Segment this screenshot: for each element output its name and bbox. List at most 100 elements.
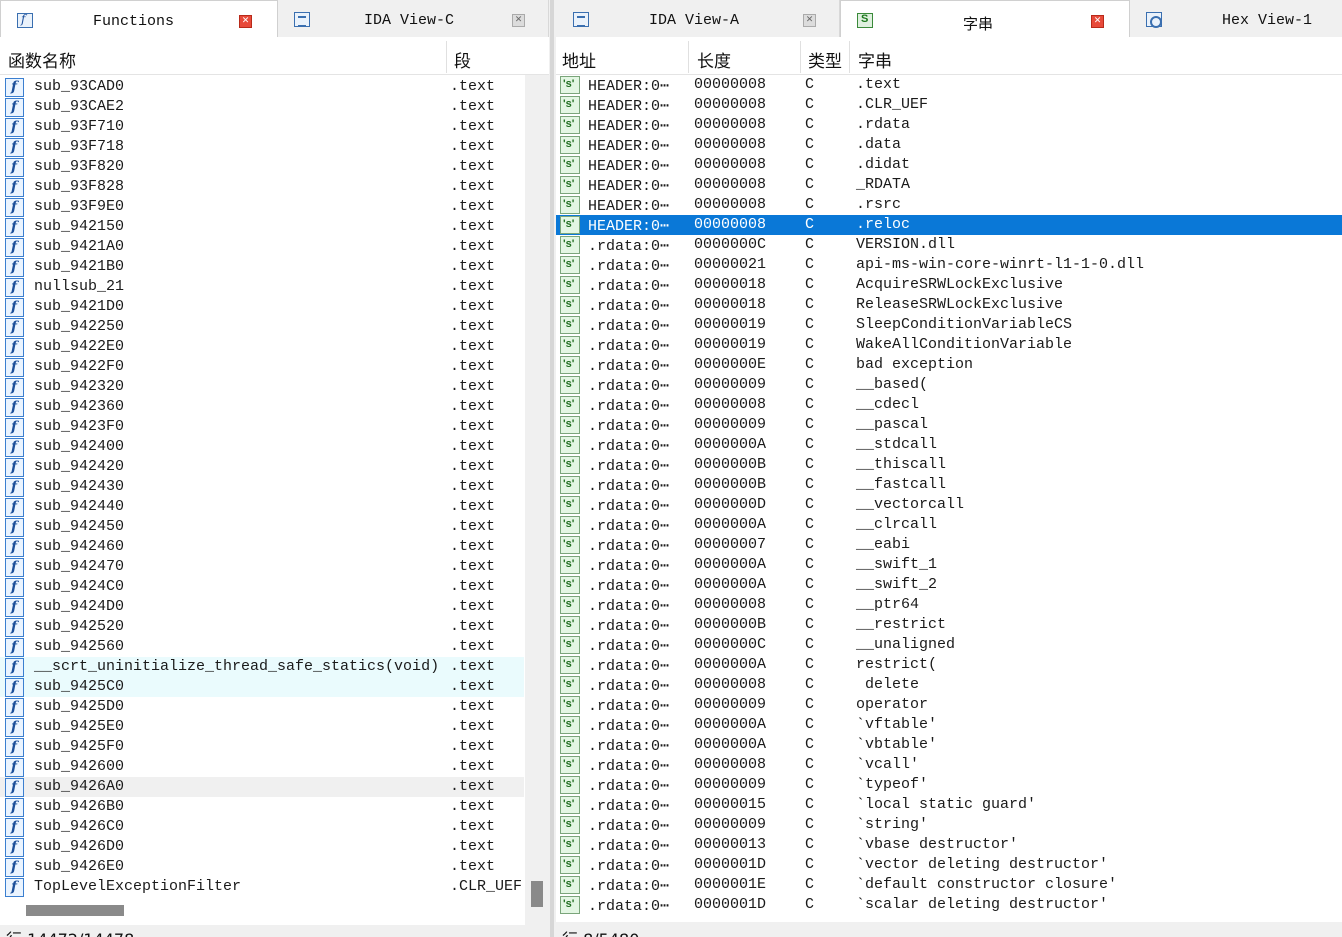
tab-functions[interactable]: Functions ✕ <box>0 0 278 38</box>
function-row[interactable]: sub_942520 .text <box>0 617 524 637</box>
string-row[interactable]: .rdata:0⋯ 0000000A C __swift_1 <box>556 555 1342 575</box>
function-row[interactable]: sub_942440 .text <box>0 497 524 517</box>
column-type[interactable]: 类型 <box>808 47 842 72</box>
function-row[interactable]: sub_942450 .text <box>0 517 524 537</box>
function-row[interactable]: sub_9425C0 .text <box>0 677 524 697</box>
string-row[interactable]: .rdata:0⋯ 00000013 C `vbase destructor' <box>556 835 1342 855</box>
string-row[interactable]: .rdata:0⋯ 00000021 Capi-ms-win-core-winrt-… <box>556 255 1342 275</box>
function-row[interactable]: __scrt_uninitialize_thread_safe_statics(… <box>0 657 524 677</box>
close-icon[interactable]: ✕ <box>803 14 816 27</box>
string-row[interactable]: .rdata:0⋯ 00000008 C __ptr64 <box>556 595 1342 615</box>
function-row[interactable]: sub_942430 .text <box>0 477 524 497</box>
function-row[interactable]: sub_9422E0 .text <box>0 337 524 357</box>
string-row[interactable]: HEADER:0⋯ 00000008 C .data <box>556 135 1342 155</box>
string-row[interactable]: .rdata:0⋯ 0000000A C `vbtable' <box>556 735 1342 755</box>
tab-strings[interactable]: 字串 ✕ <box>840 0 1130 38</box>
function-row[interactable]: sub_9425E0 .text <box>0 717 524 737</box>
string-row[interactable]: .rdata:0⋯ 0000001E C `default constructor c… <box>556 875 1342 895</box>
string-row[interactable]: .rdata:0⋯ 0000000B C __thiscall <box>556 455 1342 475</box>
function-row[interactable]: nullsub_21 .text <box>0 277 524 297</box>
string-row[interactable]: .rdata:0⋯ 0000001D C `vector deleting destr… <box>556 855 1342 875</box>
scroll-thumb[interactable] <box>531 881 543 907</box>
function-row[interactable]: TopLevelExceptionFilter .CLR_UEF <box>0 877 524 897</box>
function-row[interactable]: sub_942470 .text <box>0 557 524 577</box>
function-row[interactable]: sub_9421B0 .text <box>0 257 524 277</box>
tab-ida-view-a[interactable]: IDA View-A ✕ <box>557 0 840 37</box>
string-row[interactable]: HEADER:0⋯ 00000008 C .rdata <box>556 115 1342 135</box>
string-row[interactable]: .rdata:0⋯ 00000009 Coperator <box>556 695 1342 715</box>
functions-hscroll[interactable] <box>0 899 525 921</box>
string-row[interactable]: .rdata:0⋯ 0000001D C `scalar deleting destr… <box>556 895 1342 915</box>
panel-splitter[interactable] <box>550 0 554 937</box>
function-row[interactable]: sub_9425F0 .text <box>0 737 524 757</box>
string-row[interactable]: .rdata:0⋯ 00000008 C `vcall' <box>556 755 1342 775</box>
function-row[interactable]: sub_9424D0 .text <box>0 597 524 617</box>
function-row[interactable]: sub_942400 .text <box>0 437 524 457</box>
function-row[interactable]: sub_942360 .text <box>0 397 524 417</box>
function-row[interactable]: sub_93F820 .text <box>0 157 524 177</box>
string-row[interactable]: .rdata:0⋯ 00000018 C ReleaseSRWLockExclusiv… <box>556 295 1342 315</box>
functions-vscroll[interactable] <box>525 75 549 925</box>
function-row[interactable]: sub_93CAE2 .text <box>0 97 524 117</box>
string-row[interactable]: .rdata:0⋯ 0000000B C __restrict <box>556 615 1342 635</box>
tab-ida-view-c[interactable]: IDA View-C ✕ <box>278 0 549 37</box>
function-row[interactable]: sub_942560 .text <box>0 637 524 657</box>
column-segment[interactable]: 段 <box>454 47 471 72</box>
function-row[interactable]: sub_93F710 .text <box>0 117 524 137</box>
function-row[interactable]: sub_93F9E0 .text <box>0 197 524 217</box>
column-length[interactable]: 长度 <box>697 47 731 72</box>
string-row[interactable]: .rdata:0⋯ 0000000A C __swift_2 <box>556 575 1342 595</box>
column-function-name[interactable]: 函数名称 <box>8 47 76 72</box>
function-row[interactable]: sub_9426B0 .text <box>0 797 524 817</box>
string-row[interactable]: .rdata:0⋯ 0000000A Crestrict( <box>556 655 1342 675</box>
string-row[interactable]: .rdata:0⋯ 00000009 C `string' <box>556 815 1342 835</box>
string-row[interactable]: .rdata:0⋯ 0000000A C __stdcall <box>556 435 1342 455</box>
function-row[interactable]: sub_942600 .text <box>0 757 524 777</box>
function-row[interactable]: sub_9421A0 .text <box>0 237 524 257</box>
string-row[interactable]: .rdata:0⋯ 00000009 C __based( <box>556 375 1342 395</box>
function-row[interactable]: sub_9421D0 .text <box>0 297 524 317</box>
string-row[interactable]: .rdata:0⋯ 00000018 C AcquireSRWLockExclusiv… <box>556 275 1342 295</box>
string-row[interactable]: .rdata:0⋯ 0000000A C __clrcall <box>556 515 1342 535</box>
string-row[interactable]: .rdata:0⋯ 00000008 C delete <box>556 675 1342 695</box>
scroll-thumb[interactable] <box>26 905 124 916</box>
function-row[interactable]: sub_942250 .text <box>0 317 524 337</box>
close-icon[interactable]: ✕ <box>512 14 525 27</box>
string-row[interactable]: .rdata:0⋯ 00000019 C SleepConditionVariable… <box>556 315 1342 335</box>
string-row[interactable]: .rdata:0⋯ 0000000E Cbad exception <box>556 355 1342 375</box>
tab-hex-view-1[interactable]: Hex View-1 <box>1130 0 1342 37</box>
string-row[interactable]: .rdata:0⋯ 0000000A C `vftable' <box>556 715 1342 735</box>
string-row[interactable]: .rdata:0⋯ 0000000B C __fastcall <box>556 475 1342 495</box>
column-address[interactable]: 地址 <box>562 47 596 72</box>
function-row[interactable]: sub_9426D0 .text <box>0 837 524 857</box>
function-row[interactable]: sub_942420 .text <box>0 457 524 477</box>
function-row[interactable]: sub_942460 .text <box>0 537 524 557</box>
string-row[interactable]: .rdata:0⋯ 00000008 C __cdecl <box>556 395 1342 415</box>
function-row[interactable]: sub_942320 .text <box>0 377 524 397</box>
string-row[interactable]: HEADER:0⋯ 00000008 C .CLR_UEF <box>556 95 1342 115</box>
string-row[interactable]: HEADER:0⋯ 00000008 C .rsrc <box>556 195 1342 215</box>
function-row[interactable]: sub_9426E0 .text <box>0 857 524 877</box>
function-row[interactable]: sub_9423F0 .text <box>0 417 524 437</box>
string-row[interactable]: .rdata:0⋯ 0000000C C __unaligned <box>556 635 1342 655</box>
string-row[interactable]: .rdata:0⋯ 0000000D C __vectorcall <box>556 495 1342 515</box>
string-row[interactable]: .rdata:0⋯ 0000000C C VERSION.dll <box>556 235 1342 255</box>
string-row[interactable]: .rdata:0⋯ 00000007 C __eabi <box>556 535 1342 555</box>
string-row[interactable]: .rdata:0⋯ 00000009 C __pascal <box>556 415 1342 435</box>
string-row[interactable]: HEADER:0⋯ 00000008 C .reloc <box>556 215 1342 235</box>
function-row[interactable]: sub_93F718 .text <box>0 137 524 157</box>
string-row[interactable]: .rdata:0⋯ 00000019 C WakeAllConditionVariab… <box>556 335 1342 355</box>
function-row[interactable]: sub_9426C0 .text <box>0 817 524 837</box>
string-row[interactable]: HEADER:0⋯ 00000008 C .text <box>556 75 1342 95</box>
column-string[interactable]: 字串 <box>858 47 892 72</box>
string-row[interactable]: HEADER:0⋯ 00000008 C _RDATA <box>556 175 1342 195</box>
string-row[interactable]: .rdata:0⋯ 00000015 C `local static guard' <box>556 795 1342 815</box>
string-row[interactable]: .rdata:0⋯ 00000009 C `typeof' <box>556 775 1342 795</box>
function-row[interactable]: sub_9424C0 .text <box>0 577 524 597</box>
function-row[interactable]: sub_942150 .text <box>0 217 524 237</box>
close-icon[interactable]: ✕ <box>1091 15 1104 28</box>
close-icon[interactable]: ✕ <box>239 15 252 28</box>
string-row[interactable]: HEADER:0⋯ 00000008 C .didat <box>556 155 1342 175</box>
function-row[interactable]: sub_93F828 .text <box>0 177 524 197</box>
function-row[interactable]: sub_93CAD0 .text <box>0 77 524 97</box>
